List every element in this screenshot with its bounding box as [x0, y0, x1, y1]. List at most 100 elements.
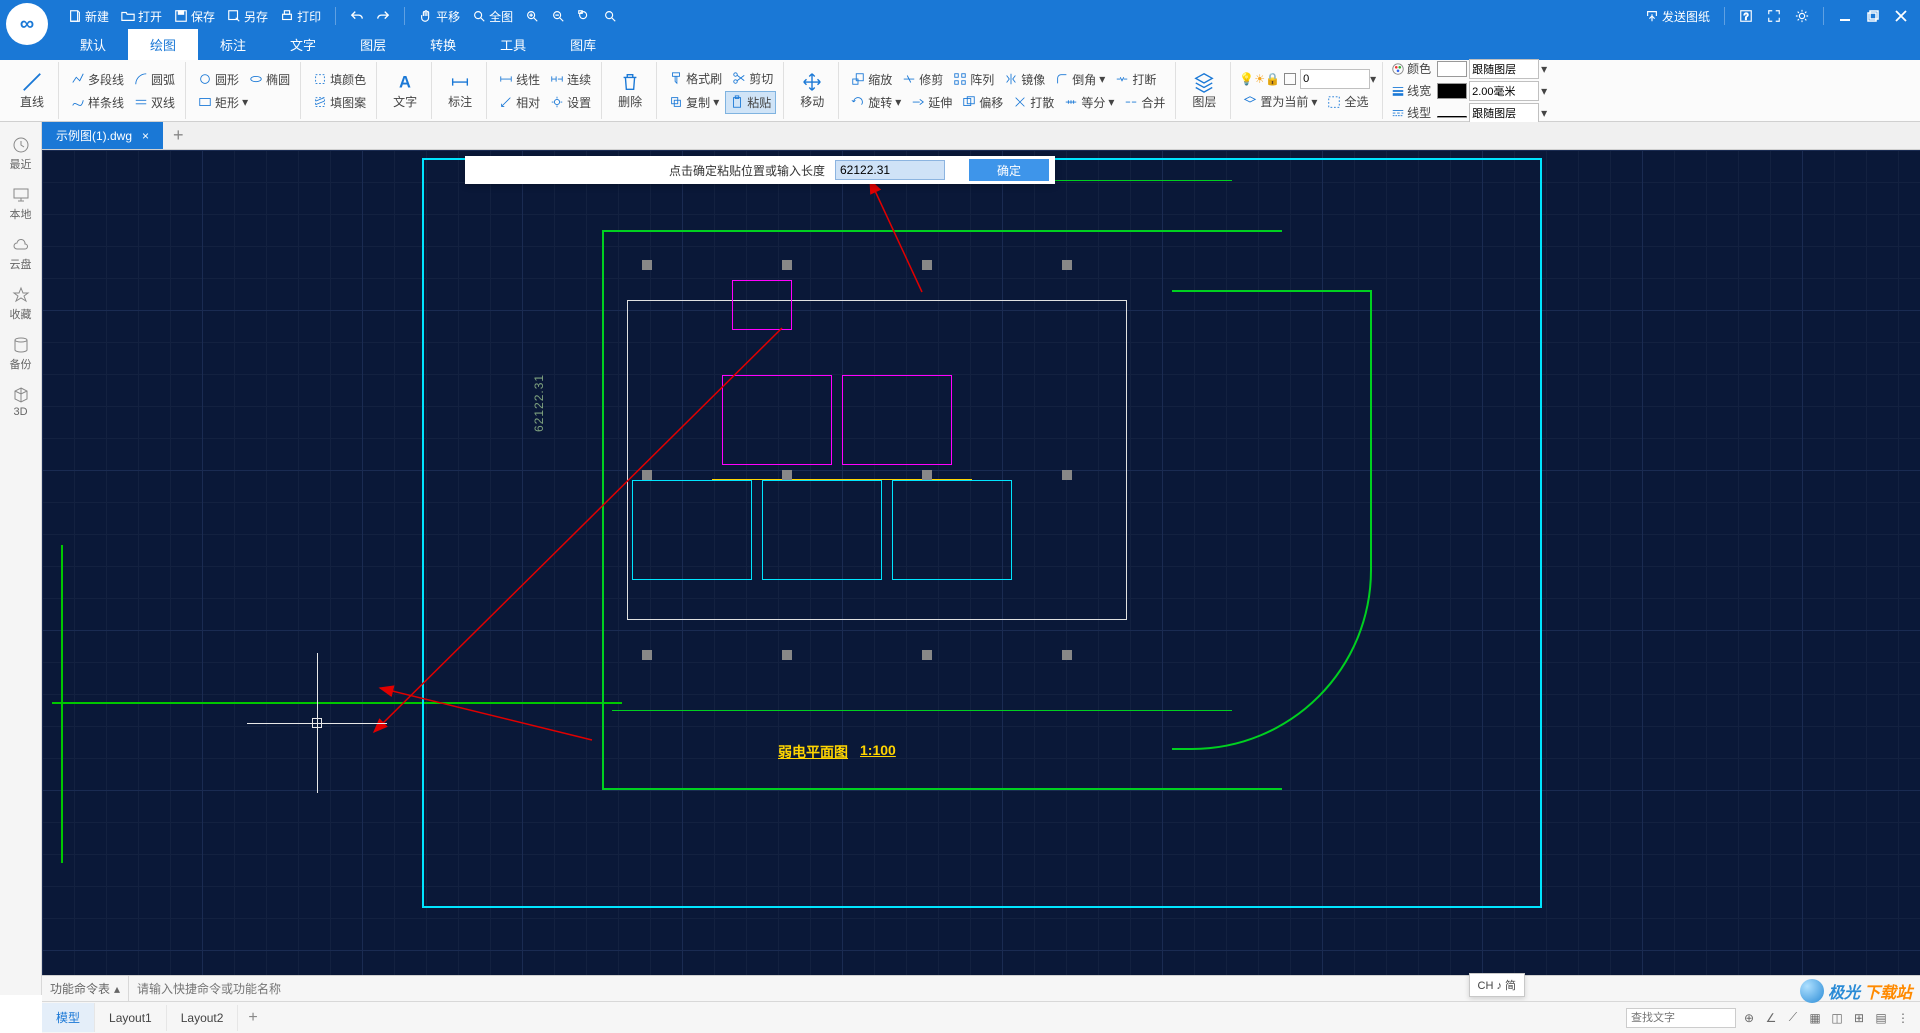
divide-tool[interactable]: 等分▾ — [1060, 92, 1118, 113]
close-tab-icon[interactable]: × — [142, 129, 149, 143]
text-tool[interactable]: A文字 — [385, 69, 425, 112]
tab-tools[interactable]: 工具 — [478, 29, 548, 60]
zoom-window-button[interactable] — [573, 7, 595, 25]
layout-tab-model[interactable]: 模型 — [42, 1003, 95, 1032]
close-button[interactable] — [1890, 5, 1912, 27]
explode-tool[interactable]: 打散 — [1009, 92, 1058, 113]
color-selector[interactable]: 颜色 ▾ — [1391, 59, 1547, 79]
pan-button[interactable]: 平移 — [415, 6, 464, 27]
set-current-layer[interactable]: 置为当前▾ — [1239, 91, 1321, 112]
fitall-button[interactable]: 全图 — [468, 6, 517, 27]
open-button[interactable]: 打开 — [117, 6, 166, 27]
arc-tool[interactable]: 圆弧 — [130, 69, 179, 90]
status-more-icon[interactable]: ⋮ — [1894, 1009, 1912, 1027]
undo-button[interactable] — [346, 7, 368, 25]
drawing-canvas[interactable]: 62122.31 弱电平面图1:100 — [42, 150, 1920, 975]
zoom-prev-button[interactable] — [599, 7, 621, 25]
spline-tool[interactable]: 样条线 — [67, 92, 128, 113]
saveas-button[interactable]: 另存 — [223, 6, 272, 27]
sidebar-favorites[interactable]: 收藏 — [0, 282, 41, 326]
tab-convert[interactable]: 转换 — [408, 29, 478, 60]
minimize-button[interactable] — [1834, 5, 1856, 27]
tab-library[interactable]: 图库 — [548, 29, 618, 60]
save-button[interactable]: 保存 — [170, 6, 219, 27]
tab-text[interactable]: 文字 — [268, 29, 338, 60]
print-button[interactable]: 打印 — [276, 6, 325, 27]
help-button[interactable]: ? — [1735, 5, 1757, 27]
status-locate-icon[interactable]: ⊕ — [1740, 1009, 1758, 1027]
continuous-dim-tool[interactable]: 连续 — [546, 69, 595, 90]
send-drawing-button[interactable]: 发送图纸 — [1641, 6, 1714, 27]
status-link-icon[interactable]: ⟋ — [1784, 1009, 1802, 1027]
layer-selector[interactable]: 💡☀🔒 ▾ — [1239, 69, 1376, 89]
dim-settings-tool[interactable]: 设置 — [546, 92, 595, 113]
status-snap-icon[interactable]: ◫ — [1828, 1009, 1846, 1027]
status-angle-icon[interactable]: ∠ — [1762, 1009, 1780, 1027]
delete-tool[interactable]: 删除 — [610, 69, 650, 112]
tab-draw[interactable]: 绘图 — [128, 29, 198, 60]
status-layers-icon[interactable]: ▤ — [1872, 1009, 1890, 1027]
status-ortho-icon[interactable]: ⊞ — [1850, 1009, 1868, 1027]
prompt-input[interactable] — [835, 160, 945, 180]
sidebar-3d[interactable]: 3D — [0, 382, 41, 422]
status-grid-icon[interactable]: ▦ — [1806, 1009, 1824, 1027]
polyline-tool[interactable]: 多段线 — [67, 69, 128, 90]
offset-tool[interactable]: 偏移 — [958, 92, 1007, 113]
command-input[interactable] — [129, 982, 1565, 996]
annot-tool[interactable]: 标注 — [440, 69, 480, 112]
add-tab-button[interactable]: + — [163, 121, 194, 150]
select-all[interactable]: 全选 — [1323, 91, 1372, 112]
linear-dim-tool[interactable]: 线性 — [495, 69, 544, 90]
fillcolor-tool[interactable]: 填颜色 — [309, 69, 370, 90]
rect-tool[interactable]: 矩形▾ — [194, 92, 252, 113]
lineweight-selector[interactable]: 线宽 ▾ — [1391, 81, 1547, 101]
linetype-value[interactable] — [1469, 103, 1539, 123]
zoom-in-button[interactable] — [521, 7, 543, 25]
ellipse-tool[interactable]: 椭圆 — [245, 69, 294, 90]
break-tool[interactable]: 打断 — [1111, 69, 1160, 90]
sidebar-backup[interactable]: 备份 — [0, 332, 41, 376]
find-text-input[interactable] — [1626, 1008, 1736, 1028]
prompt-confirm-button[interactable]: 确定 — [969, 159, 1049, 181]
fillpat-tool[interactable]: 填图案 — [309, 92, 370, 113]
add-layout-button[interactable]: + — [238, 1005, 267, 1031]
maximize-button[interactable] — [1862, 5, 1884, 27]
tab-annotate[interactable]: 标注 — [198, 29, 268, 60]
redo-button[interactable] — [372, 7, 394, 25]
sidebar-cloud[interactable]: 云盘 — [0, 232, 41, 276]
rotate-tool[interactable]: 旋转▾ — [847, 92, 905, 113]
command-table-button[interactable]: 功能命令表 ▴ — [42, 976, 129, 1001]
line-tool[interactable]: 直线 — [12, 69, 52, 112]
sidebar-recent[interactable]: 最近 — [0, 132, 41, 176]
layer-manager[interactable]: 图层 — [1184, 69, 1224, 112]
copy-tool[interactable]: 复制▾ — [665, 92, 723, 113]
layout-tab-2[interactable]: Layout2 — [167, 1005, 239, 1031]
dline-tool[interactable]: 双线 — [130, 92, 179, 113]
trim-tool[interactable]: 修剪 — [898, 69, 947, 90]
array-tool[interactable]: 阵列 — [949, 69, 998, 90]
paste-tool[interactable]: 粘贴 — [725, 91, 776, 114]
layer-name-field[interactable] — [1300, 69, 1370, 89]
mirror-tool[interactable]: 镜像 — [1000, 69, 1049, 90]
scale-tool[interactable]: 缩放 — [847, 69, 896, 90]
fillet-tool[interactable]: 倒角▾ — [1051, 69, 1109, 90]
circle-tool[interactable]: 圆形 — [194, 69, 243, 90]
settings-button[interactable] — [1791, 5, 1813, 27]
cut-tool[interactable]: 剪切 — [728, 68, 777, 89]
lineweight-value[interactable] — [1469, 81, 1539, 101]
extend-tool[interactable]: 延伸 — [907, 92, 956, 113]
tab-default[interactable]: 默认 — [58, 29, 128, 60]
zoom-out-button[interactable] — [547, 7, 569, 25]
tab-layer[interactable]: 图层 — [338, 29, 408, 60]
format-painter-tool[interactable]: 格式刷 — [665, 68, 726, 89]
move-tool[interactable]: 移动 — [792, 69, 832, 112]
layout-tab-1[interactable]: Layout1 — [95, 1005, 167, 1031]
new-button[interactable]: 新建 — [64, 6, 113, 27]
relative-dim-tool[interactable]: 相对 — [495, 92, 544, 113]
union-tool[interactable]: 合并 — [1120, 92, 1169, 113]
color-value[interactable] — [1469, 59, 1539, 79]
document-tab[interactable]: 示例图(1).dwg× — [42, 122, 163, 149]
fullscreen-button[interactable] — [1763, 5, 1785, 27]
sidebar-local[interactable]: 本地 — [0, 182, 41, 226]
linetype-selector[interactable]: 线型 ▾ — [1391, 103, 1547, 123]
